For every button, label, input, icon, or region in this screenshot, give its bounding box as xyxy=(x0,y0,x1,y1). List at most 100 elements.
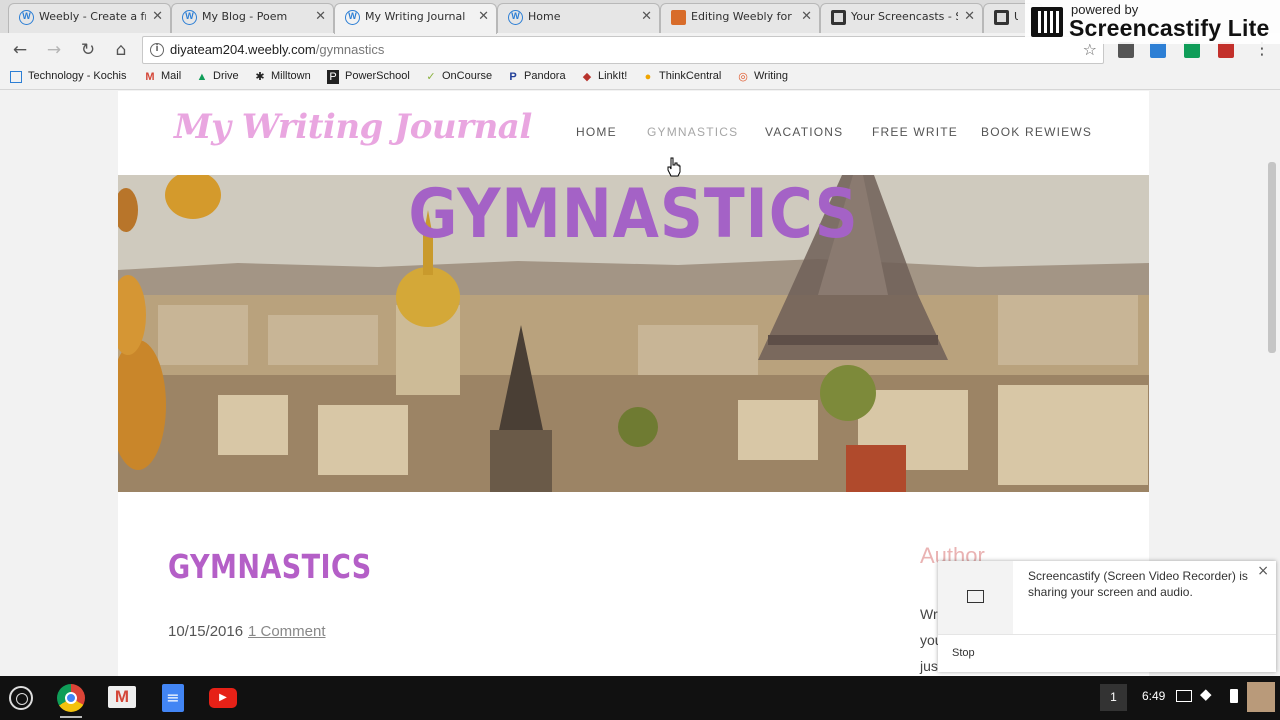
info-icon[interactable]: i xyxy=(150,43,164,57)
nav-free-write[interactable]: FREE WRITE xyxy=(872,125,958,139)
bookmark-label: Milltown xyxy=(271,70,311,82)
bookmark-milltown[interactable]: ✱ Milltown xyxy=(253,70,311,83)
bookmark-label: OnCourse xyxy=(442,70,493,82)
close-icon[interactable]: ✕ xyxy=(478,4,489,30)
extension-new-icon[interactable] xyxy=(1150,42,1166,58)
weebly-icon: W xyxy=(345,10,360,25)
url-host: diyateam204.weebly.com xyxy=(170,42,316,57)
tab-your-screencasts[interactable]: Your Screencasts - S ✕ xyxy=(820,3,983,33)
close-icon[interactable]: ✕ xyxy=(315,4,326,30)
weebly-icon: W xyxy=(182,10,197,25)
linkit-icon: ◆ xyxy=(582,71,592,83)
battery-icon[interactable] xyxy=(1230,689,1238,703)
gmail-icon[interactable] xyxy=(108,686,136,708)
extension-classroom-icon[interactable] xyxy=(1184,42,1200,58)
close-icon[interactable]: ✕ xyxy=(801,4,812,30)
nav-vacations[interactable]: VACATIONS xyxy=(765,125,843,139)
screencastify-watermark: powered by Screencastify Lite xyxy=(1025,0,1280,44)
bookmark-label: Technology - Kochis xyxy=(28,70,127,82)
oncourse-icon: ✓ xyxy=(426,71,436,83)
thinkcentral-icon: ● xyxy=(644,71,652,83)
notification-count-badge[interactable]: 1 xyxy=(1100,684,1127,711)
bookmark-writing[interactable]: ◎ Writing xyxy=(736,70,789,83)
nav-gymnastics[interactable]: GYMNASTICS xyxy=(647,125,738,139)
clock[interactable]: 6:49 xyxy=(1142,689,1165,703)
drive-icon: ▲ xyxy=(196,71,208,83)
bookmark-pandora[interactable]: P Pandora xyxy=(506,70,566,83)
close-icon[interactable]: × xyxy=(1257,563,1269,579)
url-path: /gymnastics xyxy=(315,42,385,57)
tab-label: Editing Weebly for xyxy=(691,10,792,23)
stop-sharing-button[interactable]: Stop xyxy=(952,647,975,659)
tab-my-blog[interactable]: W My Blog - Poem ✕ xyxy=(171,3,334,33)
apps-icon xyxy=(10,71,22,83)
edit-icon xyxy=(671,10,686,25)
nav-home[interactable]: HOME xyxy=(576,125,617,139)
film-icon xyxy=(994,10,1009,25)
writing-icon: ◎ xyxy=(738,71,748,83)
screencastify-notification: Screencastify (Screen Video Recorder) is… xyxy=(938,561,1276,672)
film-icon xyxy=(1031,7,1063,37)
bookmark-linkit[interactable]: ◆ LinkIt! xyxy=(580,70,628,83)
reload-button[interactable]: ↻ xyxy=(76,38,100,62)
notification-icon-box xyxy=(938,561,1013,634)
weebly-icon: W xyxy=(508,10,523,25)
back-button[interactable]: ← xyxy=(8,38,32,62)
youtube-icon[interactable] xyxy=(209,688,237,708)
tab-label: My Blog - Poem xyxy=(202,10,288,23)
close-icon[interactable]: ✕ xyxy=(641,4,652,30)
tab-label: My Writing Journal xyxy=(365,10,466,23)
page-scrollbar[interactable] xyxy=(1268,162,1276,353)
docs-icon[interactable] xyxy=(162,684,184,712)
hero-banner: GYMNASTICS xyxy=(118,175,1149,492)
bookmark-drive[interactable]: ▲ Drive xyxy=(195,70,239,83)
bookmark-label: PowerSchool xyxy=(345,70,410,82)
chrome-icon[interactable] xyxy=(57,684,85,712)
screen-share-icon[interactable] xyxy=(1176,690,1192,702)
gmail-icon: M xyxy=(145,71,155,83)
address-bar[interactable]: i diyateam204.weebly.com/gymnastics ☆ xyxy=(142,36,1104,64)
bookmark-powerschool[interactable]: P PowerSchool xyxy=(327,70,410,84)
post-comments-link[interactable]: 1 Comment xyxy=(248,623,326,640)
bookmark-thinkcentral[interactable]: ● ThinkCentral xyxy=(641,70,722,83)
tab-home[interactable]: W Home ✕ xyxy=(497,3,660,33)
notification-message: Screencastify (Screen Video Recorder) is… xyxy=(1028,569,1248,599)
post-title[interactable]: GYMNASTICS xyxy=(168,547,372,586)
os-shelf: 1 6:49 ◆ xyxy=(0,676,1280,720)
bookmark-label: ThinkCentral xyxy=(659,70,722,82)
address-url[interactable]: diyateam204.weebly.com/gymnastics xyxy=(170,42,384,57)
nav-book-reviews[interactable]: BOOK REWIEWS xyxy=(981,125,1092,139)
site-logo[interactable]: My Writing Journal xyxy=(174,107,532,147)
bookmark-oncourse[interactable]: ✓ OnCourse xyxy=(424,70,493,83)
forward-button[interactable]: → xyxy=(42,38,66,62)
tab-weebly-create[interactable]: W Weebly - Create a fre ✕ xyxy=(8,3,171,33)
extension-shield-icon[interactable] xyxy=(1118,42,1134,58)
bookmark-label: Drive xyxy=(213,70,239,82)
tab-my-writing-journal[interactable]: W My Writing Journal ✕ xyxy=(334,3,497,34)
tab-editing-weebly[interactable]: Editing Weebly for ✕ xyxy=(660,3,820,33)
weebly-icon: W xyxy=(19,10,34,25)
pandora-icon: P xyxy=(509,71,517,83)
extension-screencastify-icon[interactable] xyxy=(1218,42,1234,58)
close-icon[interactable]: ✕ xyxy=(152,4,163,30)
home-button[interactable]: ⌂ xyxy=(109,38,133,62)
tab-label: Home xyxy=(528,10,561,23)
bookmark-mail[interactable]: M Mail xyxy=(143,70,182,83)
film-icon xyxy=(831,10,846,25)
launcher-icon[interactable] xyxy=(9,686,33,710)
divider xyxy=(938,634,1276,635)
active-indicator xyxy=(60,716,82,718)
bookmark-label: Pandora xyxy=(524,70,566,82)
screen-share-icon xyxy=(967,590,984,603)
avatar[interactable] xyxy=(1247,682,1275,712)
hand-cursor-icon xyxy=(667,157,681,177)
milltown-icon: ✱ xyxy=(255,71,265,83)
close-icon[interactable]: ✕ xyxy=(964,4,975,30)
hero-title: GYMNASTICS xyxy=(408,175,859,254)
watermark-brand-text: Screencastify Lite xyxy=(1069,15,1270,41)
bookmark-label: Mail xyxy=(161,70,182,82)
wifi-icon[interactable]: ◆ xyxy=(1200,685,1212,703)
bookmark-label: Writing xyxy=(754,70,789,82)
tab-label: Ur xyxy=(1014,4,1018,30)
bookmark-technology[interactable]: Technology - Kochis xyxy=(10,70,127,83)
